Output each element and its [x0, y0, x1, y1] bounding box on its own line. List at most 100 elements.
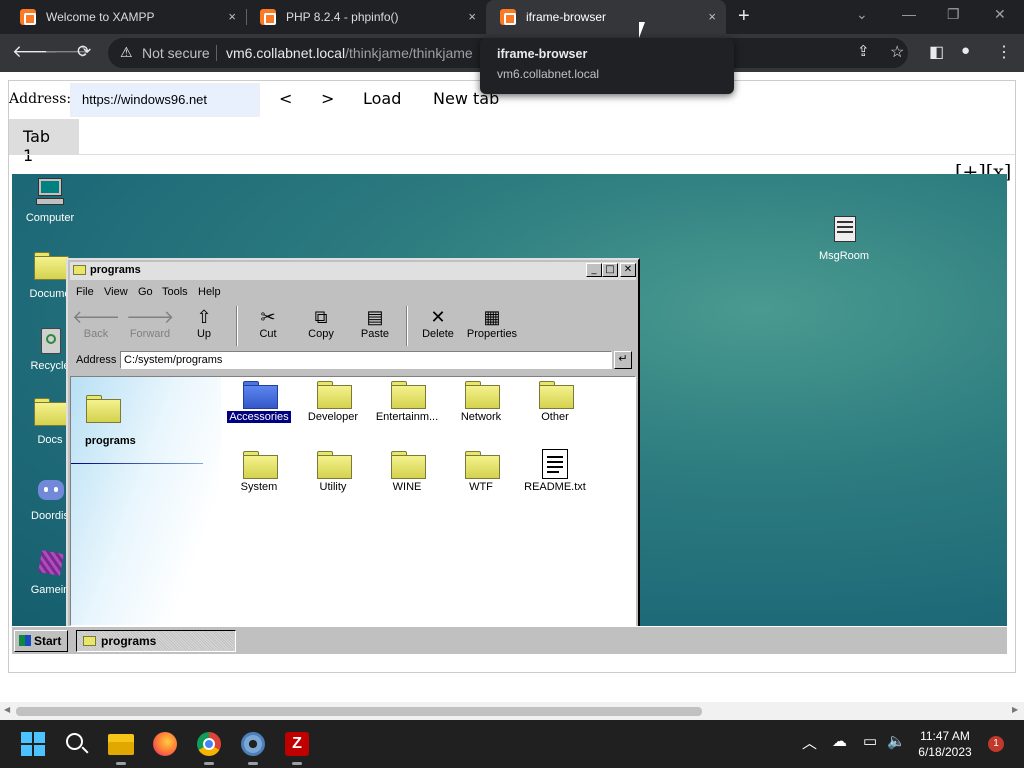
- close-window-button[interactable]: ✕: [994, 6, 1006, 23]
- start-button[interactable]: Start: [14, 630, 68, 652]
- show-hidden-icons-chevron-icon[interactable]: ︿: [802, 732, 817, 753]
- settings-icon[interactable]: [239, 730, 267, 765]
- clock-time: 11:47 AM: [920, 729, 970, 743]
- desktop-icon-label: Docs: [37, 434, 63, 446]
- paste-tool-button[interactable]: ▤ Paste: [351, 306, 399, 340]
- load-button[interactable]: Load: [363, 89, 401, 108]
- folder-icon: [86, 395, 121, 423]
- close-button[interactable]: ✕: [620, 263, 636, 277]
- copy-tool-button[interactable]: ⧉ Copy: [297, 306, 345, 340]
- game-cube-icon: [34, 548, 66, 580]
- system-clock[interactable]: 11:47 AM 6/18/2023: [910, 728, 980, 760]
- close-tab-icon[interactable]: ×: [708, 9, 716, 24]
- file-explorer-icon[interactable]: [107, 730, 135, 765]
- up-tool-button[interactable]: ⇧ Up: [180, 306, 228, 340]
- menu-tools[interactable]: Tools: [162, 286, 188, 298]
- folder-icon: [465, 381, 500, 409]
- tab-1[interactable]: Tab 1: [9, 119, 79, 165]
- scroll-left-icon[interactable]: ◀: [4, 705, 10, 714]
- display-icon[interactable]: ▭: [863, 732, 877, 750]
- folder-sidebar: programs: [71, 377, 221, 625]
- horizontal-scrollbar[interactable]: ◀ ▶: [0, 702, 1024, 720]
- folder-item-wine[interactable]: WINE: [370, 451, 444, 493]
- folder-item-accessories[interactable]: Accessories: [222, 381, 296, 424]
- new-tab-button[interactable]: +: [738, 5, 750, 28]
- minimize-button[interactable]: —: [902, 6, 916, 22]
- folder-item-developer[interactable]: Developer: [296, 381, 370, 423]
- security-label[interactable]: Not secure: [142, 45, 210, 61]
- delete-tool-button[interactable]: ✕ Delete: [414, 306, 462, 340]
- desktop-icon-msgroom[interactable]: MsgRoom: [808, 214, 880, 262]
- taskbar-item-programs[interactable]: programs: [76, 630, 236, 652]
- tab-title: iframe-browser: [526, 10, 607, 24]
- menu-icon[interactable]: ⋮: [996, 42, 1012, 62]
- search-icon[interactable]: [63, 730, 91, 758]
- reload-icon[interactable]: ⟳: [77, 42, 91, 62]
- address-label: Address:: [9, 91, 72, 107]
- menu-file[interactable]: File: [76, 286, 94, 298]
- desktop-icon-computer[interactable]: Computer: [14, 176, 86, 224]
- folder-icon: [317, 451, 352, 479]
- folder-item-entertainment[interactable]: Entertainm...: [370, 381, 444, 423]
- close-tab-icon[interactable]: ×: [468, 9, 476, 24]
- filezilla-icon[interactable]: Z: [283, 730, 311, 765]
- folder-item-utility[interactable]: Utility: [296, 451, 370, 493]
- forward-arrow-icon: 🡒: [126, 307, 175, 327]
- address-input[interactable]: https://windows96.net: [70, 83, 260, 117]
- properties-tool-button[interactable]: ▦ Properties: [464, 306, 520, 340]
- windows-start-icon[interactable]: [19, 730, 47, 758]
- folder-icon: [317, 381, 352, 409]
- folder-item-network[interactable]: Network: [444, 381, 518, 423]
- browser-tab-phpinfo[interactable]: PHP 8.2.4 - phpinfo() ×: [246, 0, 486, 34]
- back-arrow-icon: 🡐: [72, 307, 121, 327]
- window-title: programs: [90, 264, 141, 276]
- network-icon[interactable]: ☁: [832, 732, 847, 750]
- cut-tool-button[interactable]: ✂ Cut: [244, 306, 292, 340]
- close-tab-icon[interactable]: ×: [228, 9, 236, 24]
- forward-button[interactable]: >: [321, 89, 334, 108]
- folder-item-system[interactable]: System: [222, 451, 296, 493]
- menu-help[interactable]: Help: [198, 286, 221, 298]
- browser-tab-iframe-browser[interactable]: iframe-browser ×: [486, 0, 726, 34]
- back-tool-button[interactable]: 🡐 Back: [72, 306, 120, 340]
- restore-button[interactable]: ❐: [947, 6, 960, 23]
- scrollbar-thumb[interactable]: [16, 707, 702, 716]
- maximize-button[interactable]: □: [602, 263, 618, 277]
- firefox-icon[interactable]: [151, 730, 179, 758]
- mouse-cursor-icon: [639, 22, 651, 38]
- forward-tool-button[interactable]: 🡒 Forward: [126, 306, 174, 340]
- folder-item-other[interactable]: Other: [518, 381, 592, 423]
- volume-icon[interactable]: 🔈: [887, 732, 906, 750]
- tab-search-icon[interactable]: ⌄: [856, 6, 868, 23]
- bookmark-star-icon[interactable]: ☆: [890, 42, 904, 62]
- menu-view[interactable]: View: [104, 286, 128, 298]
- copy-icon: ⧉: [314, 307, 328, 327]
- msgroom-icon: [828, 214, 860, 246]
- chrome-icon[interactable]: [195, 730, 223, 765]
- share-icon[interactable]: ⇪: [857, 42, 870, 60]
- desktop-icon-label: MsgRoom: [818, 250, 870, 262]
- folder-item-wtf[interactable]: WTF: [444, 451, 518, 493]
- notification-badge[interactable]: 1: [988, 736, 1004, 752]
- xampp-favicon-icon: [20, 9, 36, 25]
- url-text[interactable]: vm6.collabnet.local/thinkjame/thinkjame: [226, 45, 476, 61]
- profile-icon[interactable]: ●: [961, 42, 970, 59]
- file-pane[interactable]: programs Accessories Developer Entertain…: [70, 376, 636, 626]
- menu-go[interactable]: Go: [138, 286, 153, 298]
- folder-icon: [34, 252, 69, 284]
- window-title-bar[interactable]: programs: [70, 262, 636, 280]
- warning-icon[interactable]: ⚠: [120, 44, 133, 61]
- desktop-icon-label: Doordis: [31, 510, 69, 522]
- minimize-button[interactable]: _: [586, 263, 602, 277]
- path-input[interactable]: C:/system/programs: [120, 351, 612, 369]
- browser-tab-xampp[interactable]: Welcome to XAMPP ×: [0, 0, 246, 34]
- w96-desktop[interactable]: Computer Docume Recycle Docs Doordis Gam…: [12, 174, 1007, 626]
- file-item-readme[interactable]: README.txt: [518, 449, 592, 493]
- sidebar-icon[interactable]: ◧: [929, 42, 944, 62]
- go-button[interactable]: ↵: [614, 351, 632, 369]
- properties-icon: ▦: [483, 307, 501, 327]
- start-logo-icon: [19, 635, 31, 646]
- tab-title: Welcome to XAMPP: [46, 10, 155, 24]
- scroll-right-icon[interactable]: ▶: [1012, 705, 1018, 714]
- back-button[interactable]: <: [279, 89, 292, 108]
